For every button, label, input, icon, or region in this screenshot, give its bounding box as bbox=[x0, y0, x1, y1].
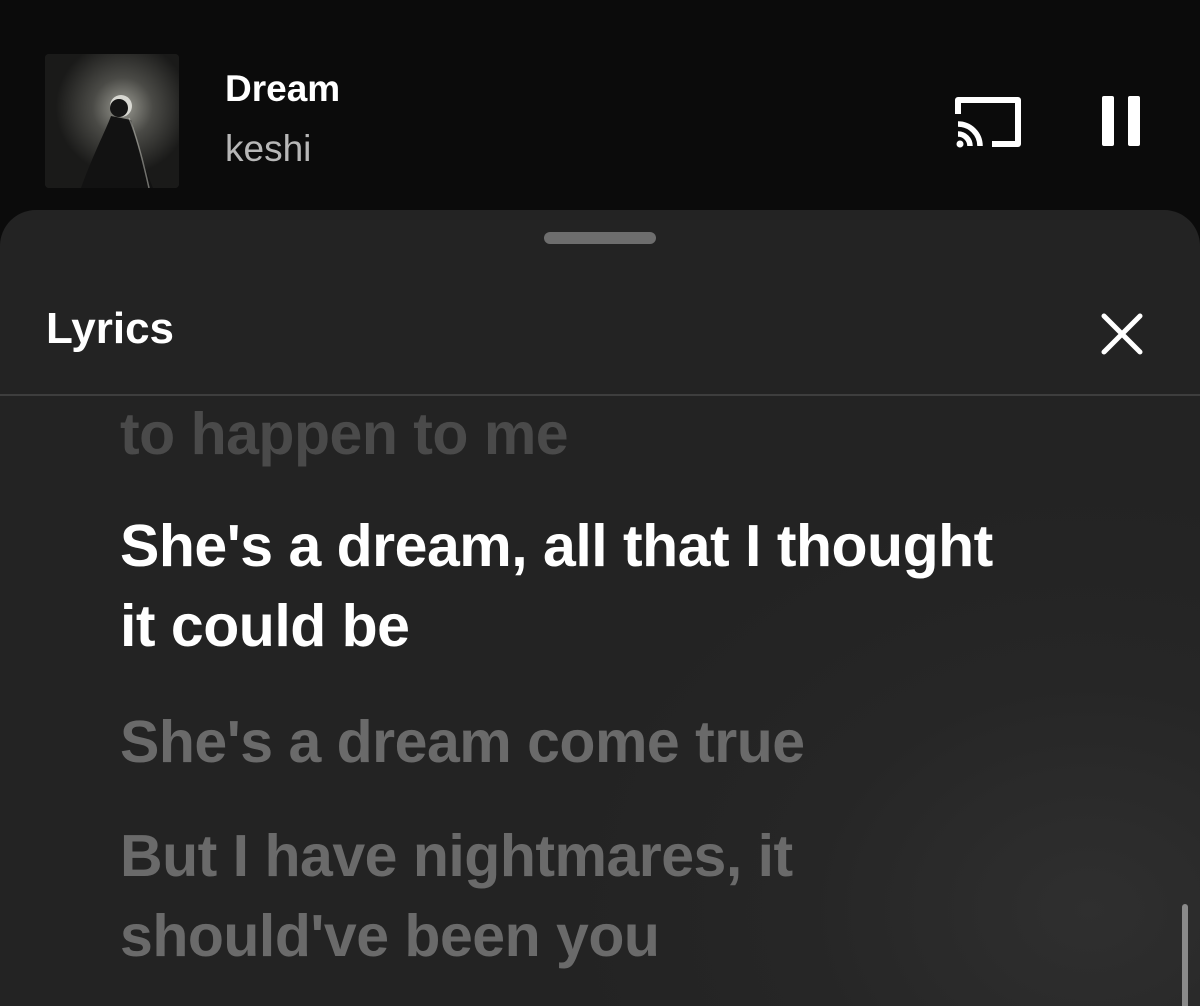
lyrics-title: Lyrics bbox=[46, 304, 175, 353]
lyrics-list[interactable]: to happen to me She's a dream, all that … bbox=[0, 396, 1200, 1006]
album-art-silhouette-icon bbox=[45, 54, 179, 188]
mini-player[interactable]: Dream keshi bbox=[0, 0, 1200, 210]
pause-button[interactable] bbox=[1090, 90, 1154, 154]
album-art[interactable] bbox=[45, 54, 179, 188]
close-icon bbox=[1101, 313, 1143, 355]
close-button[interactable] bbox=[1094, 306, 1150, 362]
music-app: Dream keshi Lyrics to happen to me She's… bbox=[0, 0, 1200, 1006]
scrollbar[interactable] bbox=[1182, 904, 1188, 1006]
lyric-line-past[interactable]: to happen to me bbox=[120, 396, 1020, 474]
track-title[interactable]: Dream bbox=[225, 68, 340, 110]
pause-icon bbox=[1102, 96, 1140, 146]
lyric-line-upcoming[interactable]: But I have nightmares, it should've been… bbox=[120, 816, 1020, 976]
lyric-line-upcoming[interactable]: She's a dream come true bbox=[120, 702, 1020, 782]
cast-icon bbox=[955, 97, 1021, 148]
lyric-line-active[interactable]: She's a dream, all that I thought it cou… bbox=[120, 506, 1020, 666]
cast-button[interactable] bbox=[948, 88, 1028, 158]
track-artist[interactable]: keshi bbox=[225, 128, 311, 170]
lyrics-sheet: Lyrics to happen to me She's a dream, al… bbox=[0, 210, 1200, 1006]
drag-handle[interactable] bbox=[544, 232, 656, 244]
